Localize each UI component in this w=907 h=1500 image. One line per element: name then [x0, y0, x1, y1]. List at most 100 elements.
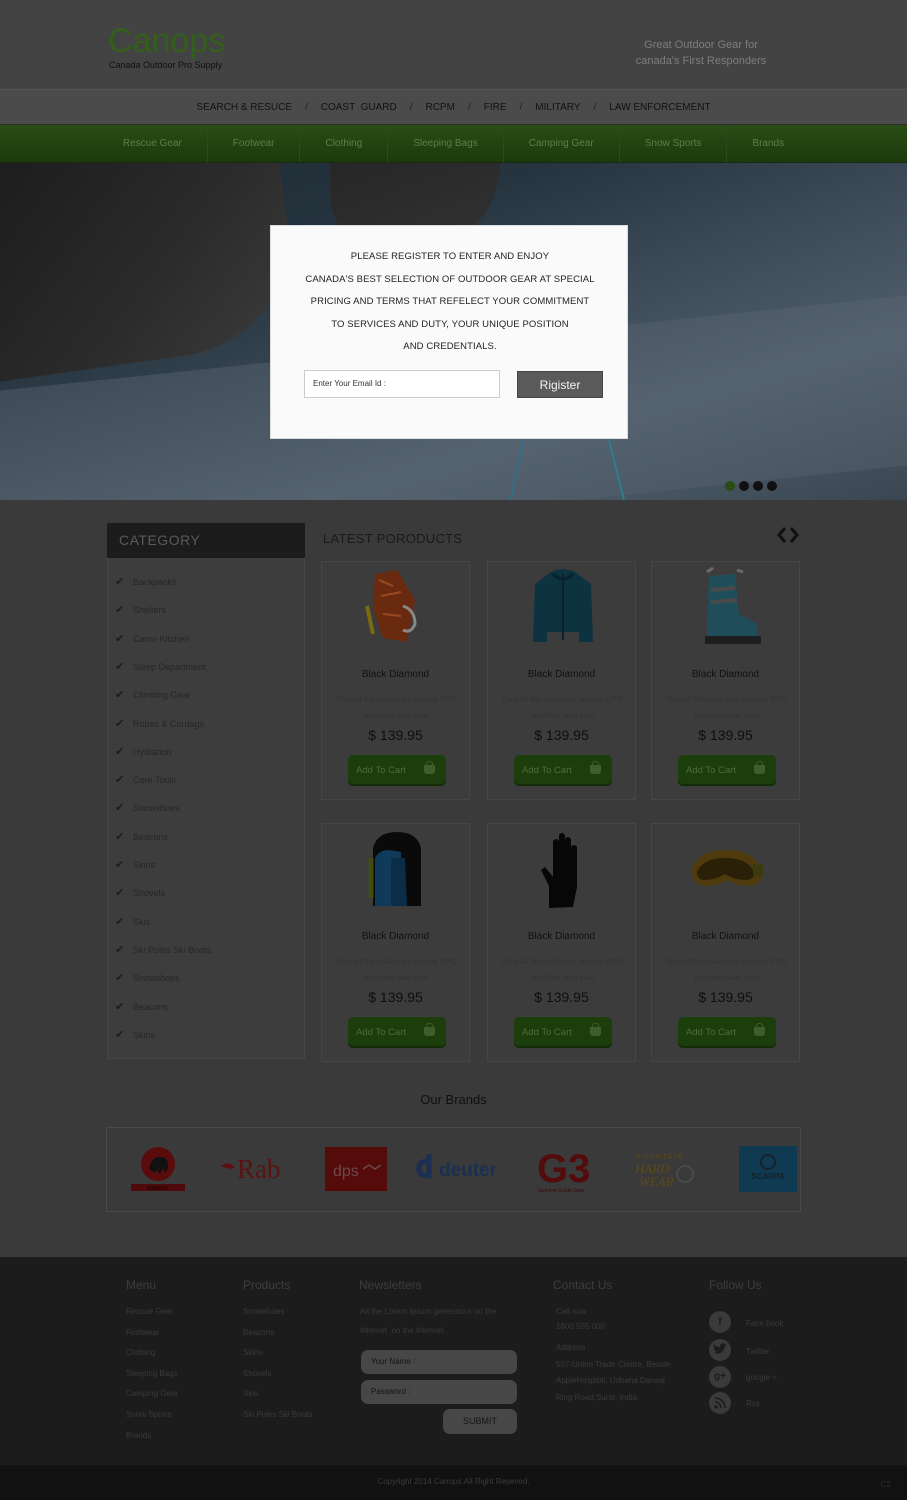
category-item[interactable]: ✔ Shelters: [115, 603, 166, 617]
footer-menu-link[interactable]: Brands: [126, 1431, 151, 1440]
product-card[interactable]: Black Diamond Overall the customer servic…: [651, 823, 800, 1062]
category-item[interactable]: ✔ Sleep Department: [115, 660, 206, 674]
footer-product-link[interactable]: Skis: [243, 1389, 258, 1398]
email-input[interactable]: Enter Your Email Id :: [304, 370, 500, 398]
footer-product-link[interactable]: Snowshoes: [243, 1307, 284, 1316]
slider-dot[interactable]: [725, 481, 735, 491]
slider-dot[interactable]: [767, 481, 777, 491]
topnav-law-enforcement[interactable]: LAW ENFORCEMENT: [609, 102, 710, 113]
category-item[interactable]: ✔ Snowshoes: [115, 971, 180, 985]
product-card[interactable]: Black Diamond Overall the customer servic…: [651, 561, 800, 800]
brand-mountain-hardwear[interactable]: MOUNTAIN HARD WEAR: [627, 1148, 701, 1192]
topnav-search-rescue[interactable]: SEARCH & RESUCE: [196, 102, 292, 113]
nav-clothing[interactable]: Clothing: [300, 125, 389, 162]
category-item[interactable]: ✔ Skins: [115, 858, 155, 872]
category-item[interactable]: ✔ Ropes & Cordags: [115, 717, 204, 731]
add-to-cart-button[interactable]: Add To Cart: [348, 755, 446, 786]
footer-menu-link[interactable]: Footwear: [126, 1328, 159, 1337]
brand-mammut[interactable]: MAMMUT: [127, 1142, 189, 1194]
climbing-sling-icon[interactable]: [357, 566, 437, 650]
checkmark-icon: ✔: [115, 859, 125, 871]
footer-menu-link[interactable]: Snow Sports: [126, 1410, 171, 1419]
category-item[interactable]: ✔ Beacons: [115, 830, 168, 844]
category-item[interactable]: ✔ Beacons: [115, 1000, 168, 1014]
backpack-icon[interactable]: [357, 828, 437, 912]
category-item[interactable]: ✔ Climbing Gear: [115, 688, 191, 702]
category-item[interactable]: ✔ Backpacks: [115, 575, 177, 589]
social-label-facebook[interactable]: Face book: [746, 1319, 783, 1328]
slider-dot[interactable]: [739, 481, 749, 491]
footer-menu-link[interactable]: Rescue Gear: [126, 1307, 173, 1316]
glove-icon[interactable]: [523, 828, 603, 912]
category-item[interactable]: ✔ Ski Poles Ski Boots: [115, 943, 211, 957]
brand-scarpa[interactable]: SCARPA: [739, 1146, 797, 1192]
topnav-rcpm[interactable]: RCPM: [425, 102, 454, 113]
brands-strip: MAMMUT Rab dps deuter G3 Genuine Guide G…: [106, 1127, 801, 1212]
product-name[interactable]: Black Diamond: [652, 931, 799, 942]
category-item[interactable]: ✔ Camo Kitchen: [115, 632, 190, 646]
product-card[interactable]: Black Diamond Overall the customer servic…: [487, 823, 636, 1062]
add-to-cart-button[interactable]: Add To Cart: [348, 1017, 446, 1048]
add-to-cart-button[interactable]: Add To Cart: [514, 1017, 612, 1048]
add-to-cart-label: Add To Cart: [686, 1027, 736, 1038]
product-description: Overall the customer service VPO provide…: [666, 695, 787, 720]
add-to-cart-button[interactable]: Add To Cart: [678, 755, 776, 786]
facebook-icon[interactable]: f: [709, 1311, 731, 1333]
footer-product-link[interactable]: Skins: [243, 1348, 263, 1357]
social-label-google[interactable]: google +: [746, 1373, 777, 1382]
nav-snow-sports[interactable]: Snow Sports: [620, 125, 728, 162]
product-name[interactable]: Black Diamond: [488, 931, 635, 942]
topnav-military[interactable]: MILITARY: [535, 102, 580, 113]
footer-menu-link[interactable]: Clothing: [126, 1348, 155, 1357]
newsletter-password-input[interactable]: Password :: [361, 1380, 517, 1404]
nav-sleeping-bags[interactable]: Sleeping Bags: [388, 125, 504, 162]
brand-dps[interactable]: dps: [325, 1147, 387, 1191]
ski-boot-icon[interactable]: [687, 566, 767, 650]
prev-next-arrows-icon[interactable]: [776, 526, 800, 544]
footer-product-link[interactable]: Shovels: [243, 1369, 271, 1378]
slider-dot[interactable]: [753, 481, 763, 491]
footer-follow-title: Follow Us: [709, 1278, 762, 1292]
nav-brands[interactable]: Brands: [727, 125, 809, 162]
social-label-twitter[interactable]: Twitter: [746, 1347, 770, 1356]
twitter-icon[interactable]: [709, 1339, 731, 1361]
jacket-icon[interactable]: [523, 566, 603, 650]
social-label-rss[interactable]: Rss: [746, 1399, 760, 1408]
product-name[interactable]: Black Diamond: [322, 669, 469, 680]
rss-icon[interactable]: [709, 1392, 731, 1414]
category-item[interactable]: ✔ Hydration: [115, 745, 172, 759]
brand-deuter[interactable]: deuter: [415, 1146, 507, 1190]
category-item[interactable]: ✔ Skins: [115, 1028, 155, 1042]
goggles-icon[interactable]: [687, 828, 767, 912]
footer-product-link[interactable]: Ski Poles Ski Boots: [243, 1410, 312, 1419]
contact-address-label: Address :: [556, 1343, 590, 1352]
product-name[interactable]: Black Diamond: [652, 669, 799, 680]
brand-rab[interactable]: Rab: [217, 1148, 297, 1188]
add-to-cart-button[interactable]: Add To Cart: [678, 1017, 776, 1048]
topnav-coast-guard[interactable]: COAST GUARD: [321, 102, 397, 113]
footer-menu-link[interactable]: Sleeping Bags: [126, 1369, 178, 1378]
footer-product-link[interactable]: Beacons: [243, 1328, 274, 1337]
nav-footwear[interactable]: Footwear: [208, 125, 301, 162]
product-card[interactable]: Black Diamond Overall the customer servic…: [487, 561, 636, 800]
footer-menu-link[interactable]: Camping Gear: [126, 1389, 178, 1398]
product-name[interactable]: Black Diamond: [488, 669, 635, 680]
nav-rescue-gear[interactable]: Rescue Gear: [98, 125, 208, 162]
category-item[interactable]: ✔ Snowshoes: [115, 801, 180, 815]
nav-camping-gear[interactable]: Camping Gear: [504, 125, 620, 162]
google-plus-icon[interactable]: g+: [709, 1366, 731, 1388]
logo[interactable]: Canops: [108, 22, 225, 60]
add-to-cart-button[interactable]: Add To Cart: [514, 755, 612, 786]
category-item[interactable]: ✔ Shovels: [115, 886, 165, 900]
topnav-fire[interactable]: FIRE: [484, 102, 507, 113]
product-card[interactable]: Black Diamond Overall the customer servic…: [321, 561, 470, 800]
category-item[interactable]: ✔ Skis: [115, 915, 150, 929]
category-item[interactable]: ✔ Core Tools: [115, 773, 176, 787]
product-card[interactable]: Black Diamond Overall the customer servic…: [321, 823, 470, 1062]
product-name[interactable]: Black Diamond: [322, 931, 469, 942]
register-button[interactable]: Rigister: [517, 371, 603, 398]
svg-text:Genuine Guide Gear: Genuine Guide Gear: [538, 1188, 584, 1194]
newsletter-name-input[interactable]: Your Name :: [361, 1350, 517, 1374]
newsletter-submit-button[interactable]: SUBMIT: [443, 1409, 517, 1434]
brand-g3[interactable]: G3 Genuine Guide Gear: [533, 1144, 599, 1194]
